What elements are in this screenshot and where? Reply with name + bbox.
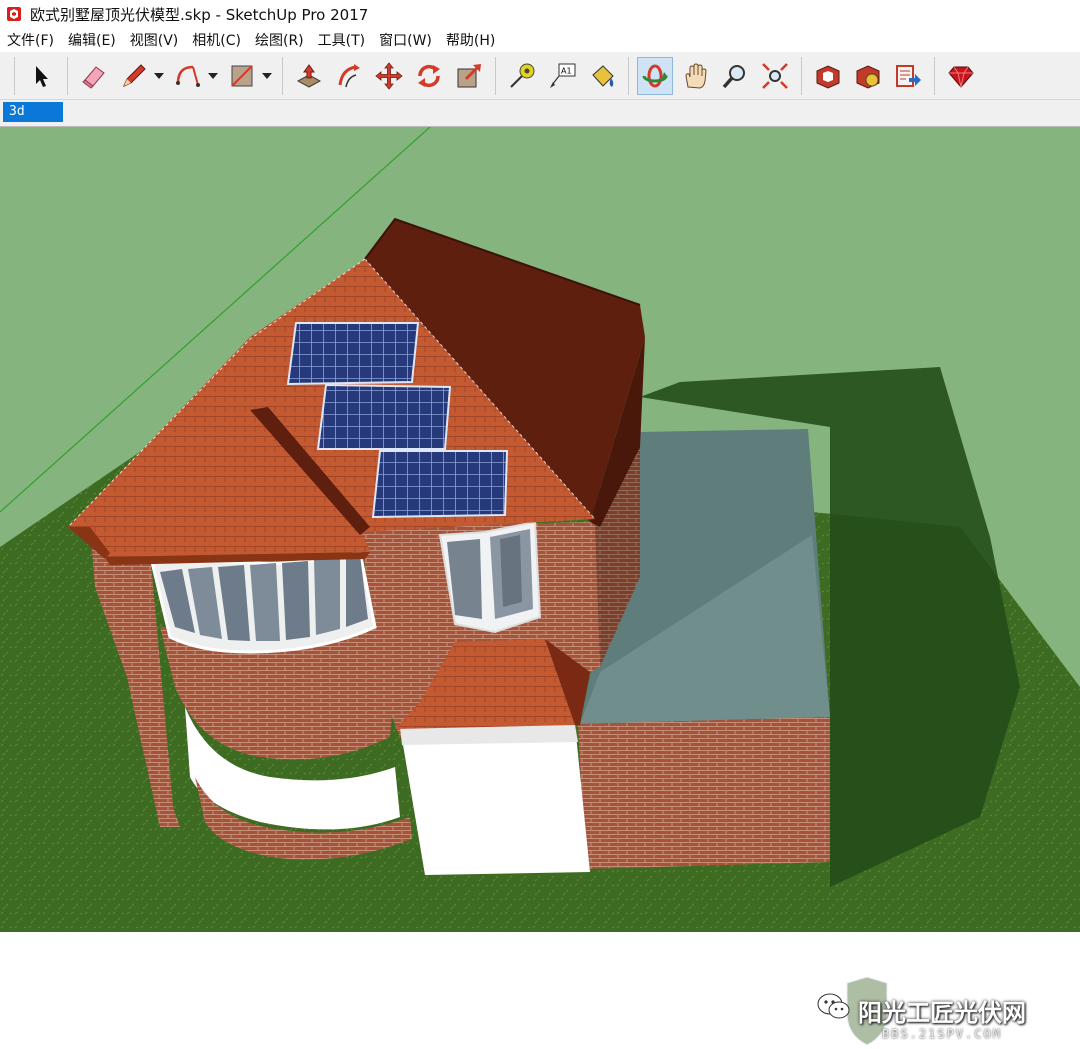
line-tool-dropdown[interactable] [154,57,164,95]
zoom-icon [722,64,745,88]
send-to-layout-icon [896,64,921,87]
toolbar-grip[interactable] [14,56,15,95]
eraser-icon [82,65,105,89]
tape-measure-tool-button[interactable] [504,57,540,95]
window-title: 欧式别墅屋顶光伏模型.skp - SketchUp Pro 2017 [30,5,369,24]
pencil-icon [123,63,146,87]
watermark-url: BBS.21SPV.COM [882,1027,1002,1041]
pan-icon [685,62,707,89]
rectangle-tool-button[interactable] [224,57,260,95]
scene-tabs-bar: 3d [0,100,1080,127]
line-tool-button[interactable] [116,57,152,95]
3d-warehouse-button[interactable] [810,57,846,95]
ruby-console-button[interactable] [943,57,979,95]
toolbar-separator [495,56,496,95]
offset-icon [338,63,360,87]
sketchup-icon [7,7,21,21]
ruby-console-icon [948,66,974,88]
menu-window[interactable]: 窗口(W) [372,30,439,50]
orbit-icon [642,64,668,87]
zoom-tool-button[interactable] [717,57,753,95]
move-tool-button[interactable] [371,57,407,95]
menu-edit[interactable]: 编辑(E) [61,30,123,50]
menu-draw[interactable]: 绘图(R) [248,30,311,50]
move-icon [375,61,403,90]
solar-panel [316,383,452,450]
porch-wall [400,725,590,875]
menu-file[interactable]: 文件(F) [0,30,61,50]
rotate-icon [418,64,440,87]
watermark-title: 阳光工匠光伏网 [858,999,1026,1027]
select-tool-button[interactable] [23,57,59,95]
3d-model-canvas[interactable] [0,127,1080,932]
push-pull-tool-button[interactable] [291,57,327,95]
rotate-tool-button[interactable] [411,57,447,95]
scale-icon [457,63,481,87]
select-icon [36,65,48,87]
toolbar-separator [628,56,629,95]
text-tool-button[interactable]: A1 [544,57,580,95]
3d-warehouse-icon [816,64,840,89]
solar-panel [371,450,509,519]
title-bar: 欧式别墅屋顶光伏模型.skp - SketchUp Pro 2017 [0,0,1080,28]
follow-me-tool-button[interactable] [331,57,367,95]
toolbar-separator [801,56,802,95]
menu-help[interactable]: 帮助(H) [439,30,502,50]
extension-warehouse-button[interactable] [850,57,886,95]
zoom-extents-icon [762,62,788,89]
rectangle-tool-dropdown[interactable] [262,57,272,95]
menu-bar: 文件(F) 编辑(E) 视图(V) 相机(C) 绘图(R) 工具(T) 窗口(W… [0,28,1080,52]
extension-warehouse-icon [856,64,880,89]
toolbar-separator [67,56,68,95]
menu-tools[interactable]: 工具(T) [311,30,372,50]
toolbar-separator [934,56,935,95]
eraser-tool-button[interactable] [76,57,112,95]
wechat-icon [817,993,850,1019]
chevron-down-icon [208,72,218,79]
chevron-down-icon [154,72,164,79]
bay-window [150,550,377,654]
arc-tool-button[interactable] [170,57,206,95]
front-window [438,520,542,634]
solar-panel [286,322,420,386]
model-viewport[interactable]: 阳光工匠光伏网 BBS.21SPV.COM [0,127,1080,1046]
text-icon: A1 [550,63,576,88]
send-to-layout-button[interactable] [890,57,926,95]
menu-camera[interactable]: 相机(C) [185,30,248,50]
pan-tool-button[interactable] [677,57,713,95]
arc-icon [176,65,200,87]
garage-wall [578,717,830,869]
watermark: 阳光工匠光伏网 BBS.21SPV.COM [806,977,1076,1049]
toolbar-separator [282,56,283,95]
svg-text:A1: A1 [561,66,572,75]
paint-bucket-icon [592,64,614,87]
push-pull-icon [296,63,322,88]
zoom-extents-tool-button[interactable] [757,57,793,95]
scene-tab-3d[interactable]: 3d [3,102,63,122]
orbit-tool-button[interactable] [637,56,673,95]
tape-measure-icon [510,63,535,88]
rectangle-icon [231,64,253,87]
arc-tool-dropdown[interactable] [208,57,218,95]
main-toolbar: A1 [0,52,1080,100]
menu-view[interactable]: 视图(V) [123,30,186,50]
chevron-down-icon [262,72,272,79]
paint-bucket-tool-button[interactable] [584,57,620,95]
scale-tool-button[interactable] [451,57,487,95]
